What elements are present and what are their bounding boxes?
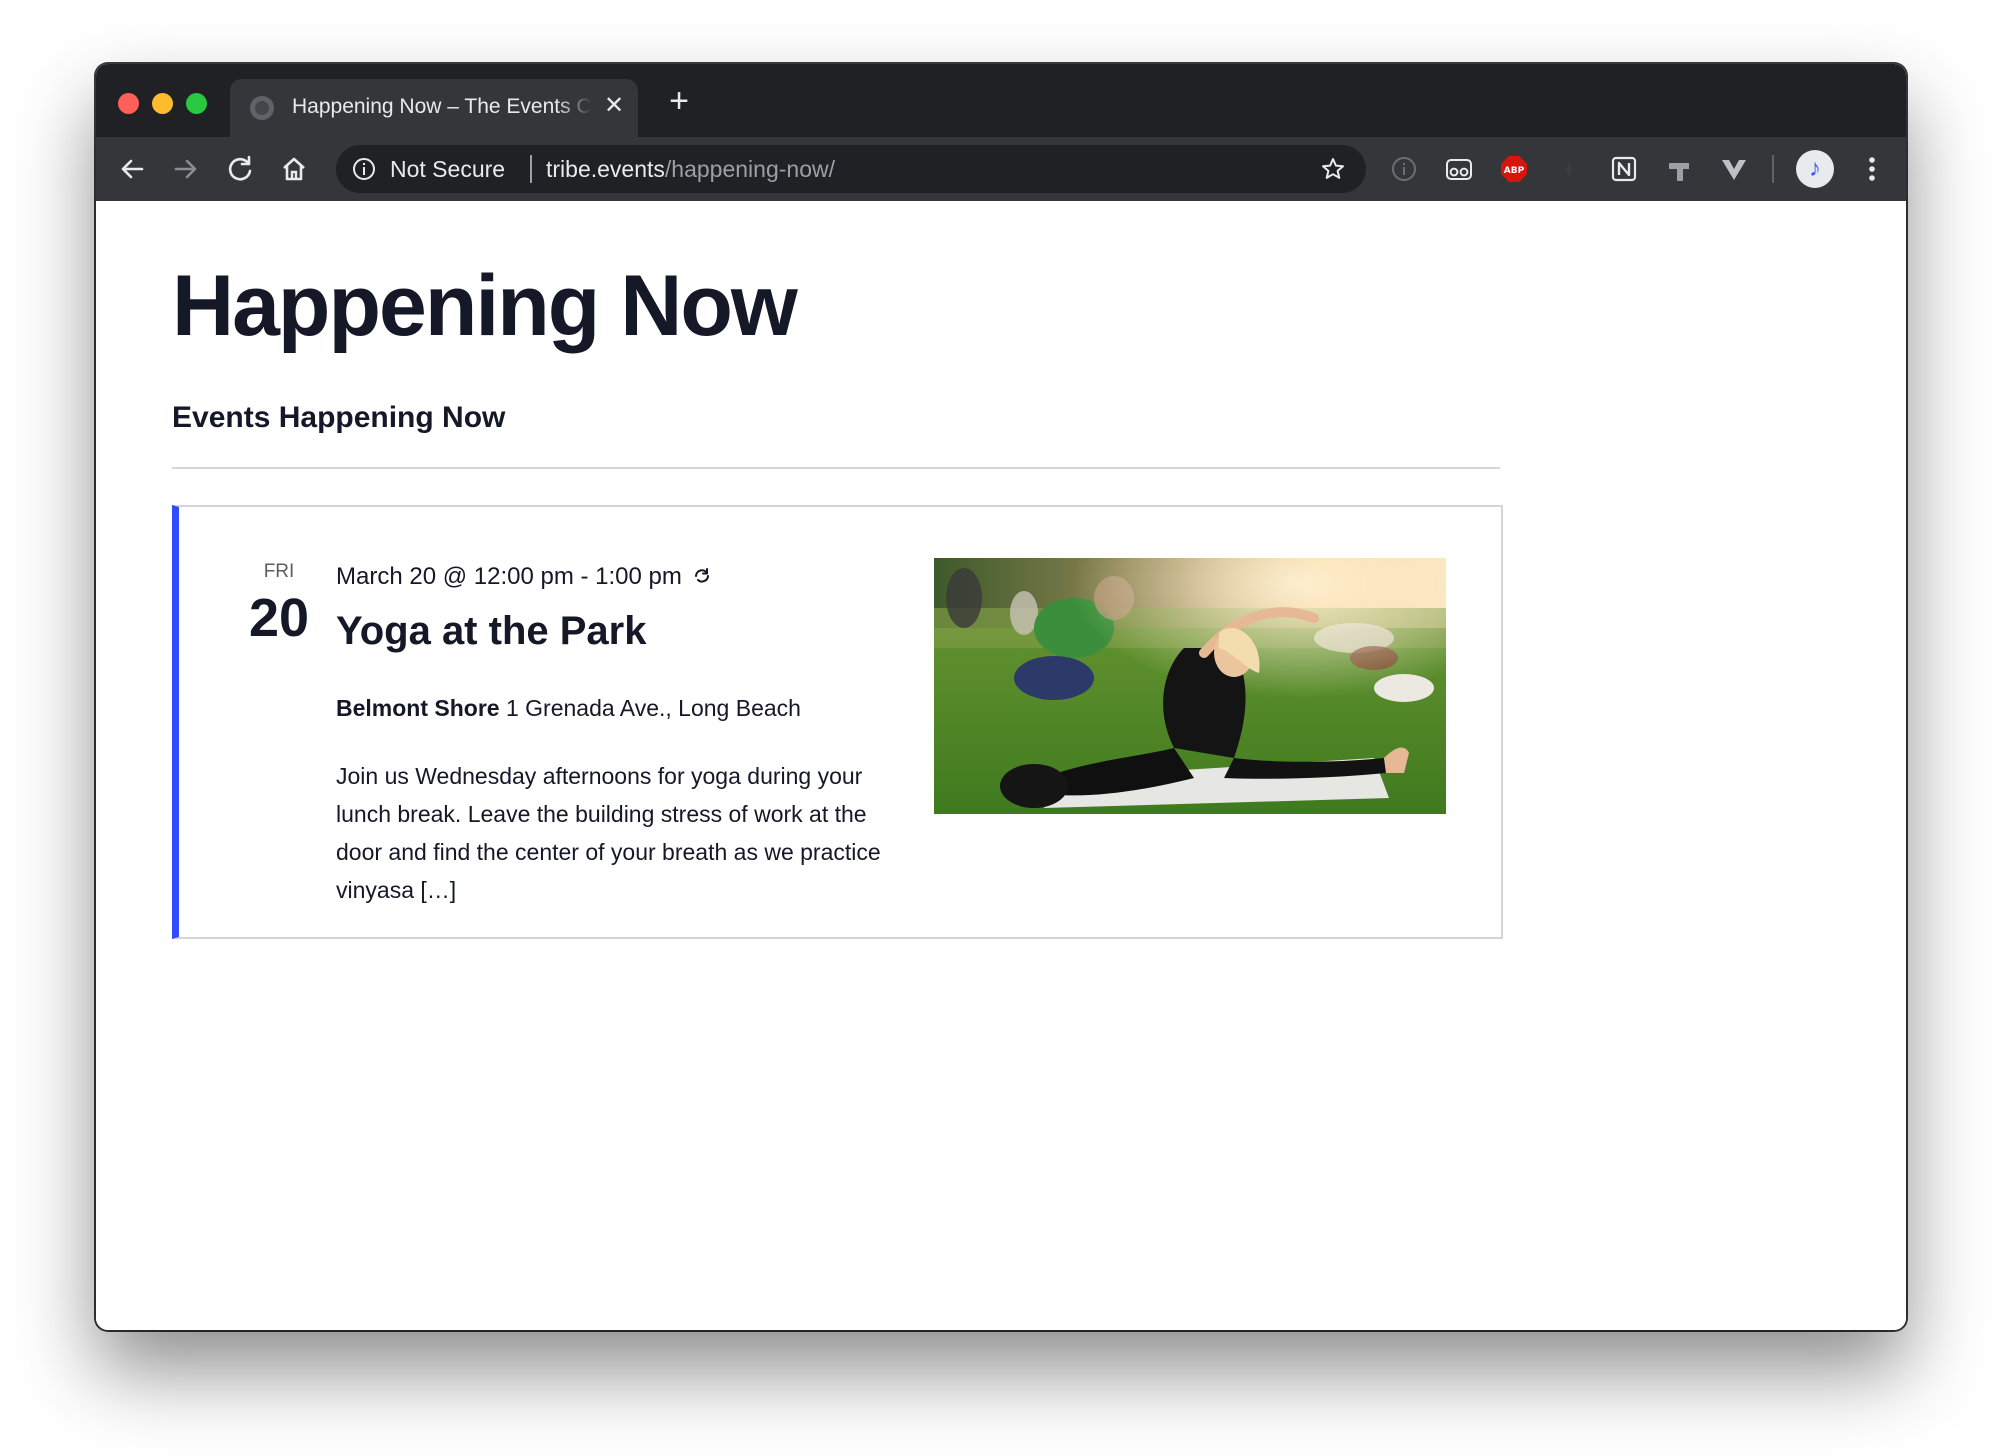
adblock-label: ABP <box>1504 166 1525 176</box>
extension-shape-icon[interactable] <box>1665 155 1693 183</box>
browser-window: Happening Now – The Events Calendar ✕ + <box>96 64 1906 1330</box>
url-text[interactable]: tribe.events/happening-now/ <box>546 156 835 183</box>
zoom-window-button[interactable] <box>186 93 207 114</box>
close-window-button[interactable] <box>118 93 139 114</box>
tab-happening-now[interactable]: Happening Now – The Events Calendar ✕ <box>230 79 638 137</box>
address-bar[interactable]: Not Secure tribe.events/happening-now/ <box>336 145 1366 193</box>
event-description: Join us Wednesday afternoons for yoga du… <box>336 763 881 903</box>
web-page: Happening Now Events Happening Now FRI 2… <box>96 201 1906 1330</box>
tab-title: Happening Now – The Events Calendar <box>292 95 592 118</box>
event-featured-image[interactable] <box>934 558 1446 814</box>
info-icon[interactable] <box>352 157 376 181</box>
extension-vue-icon[interactable] <box>1720 155 1748 183</box>
event-venue: Belmont Shore 1 Grenada Ave., Long Beach <box>336 695 801 722</box>
music-note-icon: ♪ <box>1809 155 1821 182</box>
event-datetime-text: March 20 @ 12:00 pm - 1:00 pm <box>336 563 682 590</box>
omnibox-divider <box>530 155 532 183</box>
event-day: 20 <box>248 588 310 648</box>
reload-icon <box>228 155 252 181</box>
recurring-icon <box>694 568 709 583</box>
venue-address: 1 Grenada Ave., Long Beach <box>505 695 801 721</box>
forward-button[interactable] <box>168 151 204 187</box>
section-divider <box>172 467 1500 469</box>
extension-glasses-icon[interactable] <box>1445 155 1473 183</box>
extension-notion-icon[interactable] <box>1610 155 1638 183</box>
profile-avatar[interactable]: ♪ <box>1796 150 1834 188</box>
extension-info-icon[interactable] <box>1390 155 1418 183</box>
extension-bolt-icon[interactable] <box>1555 155 1583 183</box>
event-datetime: March 20 @ 12:00 pm - 1:00 pm <box>336 563 712 591</box>
url-path: /happening-now/ <box>664 156 835 182</box>
browser-toolbar: Not Secure tribe.events/happening-now/ A… <box>96 137 1906 201</box>
back-button[interactable] <box>114 151 150 187</box>
new-tab-button[interactable]: + <box>662 84 696 118</box>
more-menu-button[interactable] <box>1854 151 1890 187</box>
yoga-photo <box>934 558 1446 814</box>
security-status[interactable]: Not Secure <box>390 156 505 183</box>
venue-name: Belmont Shore <box>336 695 500 721</box>
url-host: tribe.events <box>546 156 665 182</box>
page-title: Happening Now <box>172 258 798 354</box>
close-tab-icon[interactable]: ✕ <box>600 92 628 120</box>
arrow-right-icon <box>174 159 197 179</box>
reload-button[interactable] <box>222 151 258 187</box>
event-weekday: FRI <box>263 561 295 582</box>
home-button[interactable] <box>276 151 312 187</box>
toolbar-divider <box>1772 155 1774 183</box>
home-icon <box>283 157 305 181</box>
globe-icon <box>250 96 274 120</box>
star-icon[interactable] <box>1320 156 1346 182</box>
section-heading: Events Happening Now <box>172 401 506 434</box>
event-title-link[interactable]: Yoga at the Park <box>336 609 646 654</box>
kebab-menu-icon <box>1869 157 1875 181</box>
minimize-window-button[interactable] <box>152 93 173 114</box>
arrow-left-icon <box>121 159 144 179</box>
extension-adblock-icon[interactable]: ABP <box>1500 155 1528 183</box>
event-card[interactable]: FRI 20 March 20 @ 12:00 pm - 1:00 pm Yog… <box>172 505 1503 939</box>
tab-strip: Happening Now – The Events Calendar ✕ + <box>96 64 1906 137</box>
